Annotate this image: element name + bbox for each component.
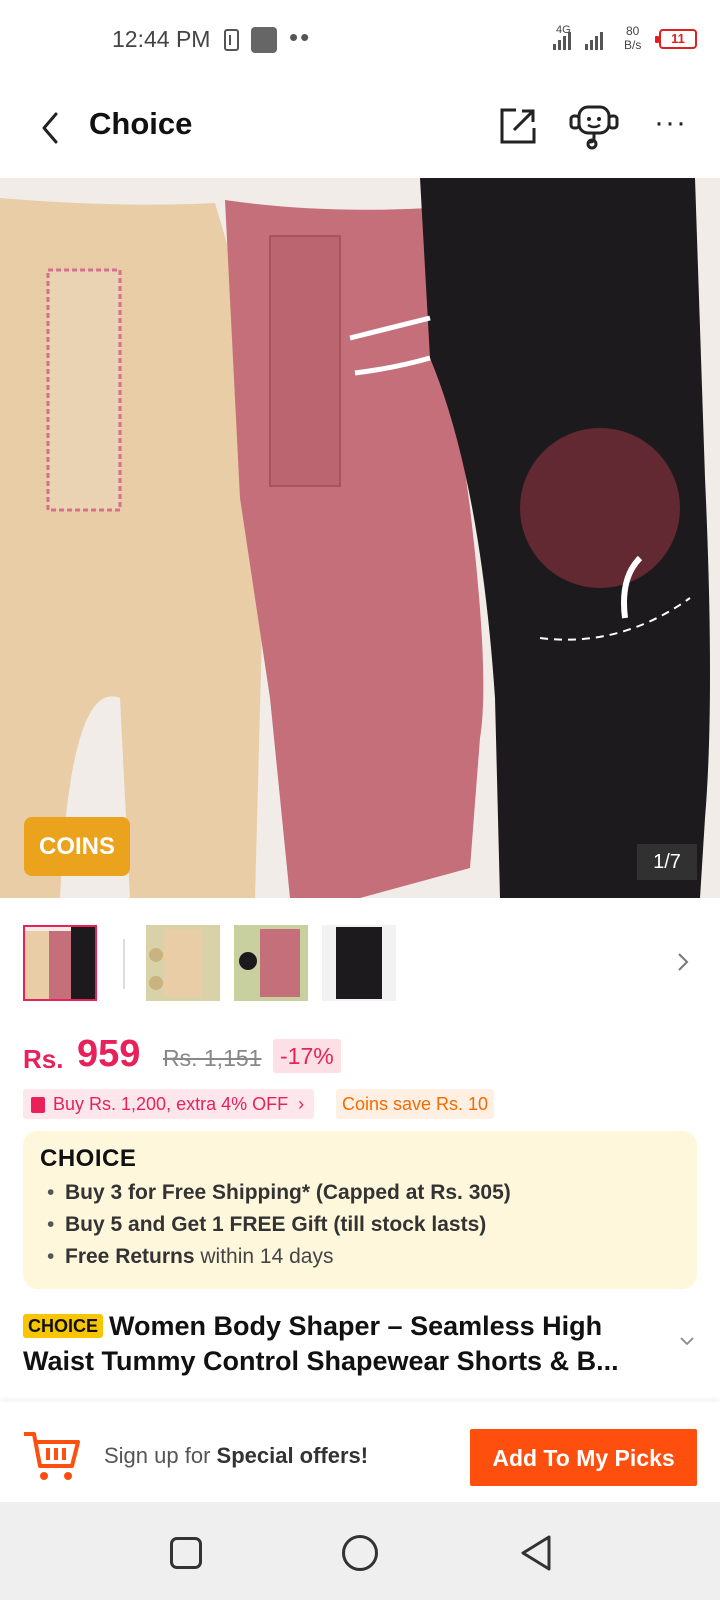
recents-icon[interactable] — [170, 1537, 202, 1569]
benefit-item: • Free Returns within 14 days — [47, 1245, 333, 1269]
signal-icon-2 — [585, 32, 603, 50]
price-currency: Rs. — [23, 1044, 64, 1074]
choice-benefits-box[interactable]: CHOICE • Buy 3 for Free Shipping* (Capped… — [23, 1131, 697, 1289]
product-title: CHOICE Women Body Shaper – Seamless High … — [23, 1309, 663, 1379]
image-counter: 1/7 — [637, 844, 697, 880]
current-price: 959 — [77, 1033, 141, 1075]
signup-prefix: Sign up for — [104, 1443, 217, 1468]
original-price: Rs. 1,151 — [163, 1045, 262, 1071]
page-title: Choice — [89, 106, 193, 141]
battery-saver-icon — [224, 29, 239, 51]
benefit-bold: Buy 3 for Free Shipping* (Capped at Rs. … — [65, 1181, 511, 1204]
more-notifications-icon: •• — [289, 22, 312, 52]
discount-tag-icon — [31, 1097, 45, 1113]
back-icon[interactable] — [36, 110, 66, 146]
thumbnail-4[interactable] — [322, 925, 396, 1001]
speed-value: 80 — [625, 24, 640, 38]
customer-support-icon[interactable] — [568, 104, 620, 150]
thumbnail-strip — [0, 925, 720, 1005]
app-notification-icon — [251, 27, 277, 53]
product-title-text: Women Body Shaper – Seamless High Waist … — [23, 1311, 619, 1376]
thumbnail-3[interactable] — [234, 925, 308, 1001]
top-app-bar: Choice ··· — [0, 80, 720, 178]
thumbnail-2[interactable] — [146, 925, 220, 1001]
thumbnail-1[interactable] — [23, 925, 97, 1001]
benefit-bold: Buy 5 and Get 1 FREE Gift (till stock la… — [65, 1213, 487, 1236]
thumbnail-separator — [123, 939, 125, 989]
status-time: 12:44 PM — [112, 26, 211, 52]
choice-logo: CHOICE — [40, 1145, 137, 1172]
more-icon[interactable]: ··· — [654, 106, 687, 140]
bullet-icon: • — [47, 1213, 55, 1236]
bundle-promo-text: Buy Rs. 1,200, extra 4% OFF — [53, 1094, 289, 1114]
add-to-my-picks-button[interactable]: Add To My Picks — [470, 1429, 697, 1486]
bullet-icon: • — [47, 1181, 55, 1204]
benefit-item: • Buy 5 and Get 1 FREE Gift (till stock l… — [47, 1213, 486, 1237]
bottom-action-bar: Sign up for Special offers! Add To My Pi… — [0, 1402, 720, 1502]
home-icon[interactable] — [342, 1535, 378, 1571]
product-photo — [0, 178, 720, 898]
benefit-text: within 14 days — [194, 1245, 334, 1268]
system-navigation-bar — [0, 1502, 720, 1600]
coins-badge: COINS — [24, 817, 130, 876]
chevron-right-icon[interactable] — [676, 951, 690, 973]
discount-badge: -17% — [273, 1039, 341, 1073]
choice-badge: CHOICE — [23, 1314, 104, 1338]
benefit-item: • Buy 3 for Free Shipping* (Capped at Rs.… — [47, 1181, 511, 1205]
signup-bold: Special offers! — [216, 1443, 369, 1468]
chevron-down-icon[interactable] — [679, 1336, 695, 1346]
chevron-right-icon: › — [298, 1094, 305, 1114]
coins-promo: Coins save Rs. 10 — [336, 1089, 495, 1119]
product-image-carousel[interactable]: COINS 1/7 — [0, 178, 720, 898]
share-icon[interactable] — [498, 106, 538, 146]
network-speed: 80 B/s — [624, 24, 641, 52]
signal-icon — [553, 32, 571, 50]
status-bar: 12:44 PM •• 4G 80 B/s 11 — [0, 0, 720, 80]
speed-unit: B/s — [624, 38, 642, 52]
bullet-icon: • — [47, 1245, 55, 1268]
nav-back-icon[interactable] — [519, 1534, 553, 1572]
benefit-bold: Free Returns — [65, 1245, 195, 1268]
signup-prompt[interactable]: Sign up for Special offers! — [104, 1443, 368, 1469]
bundle-promo[interactable]: Buy Rs. 1,200, extra 4% OFF › — [23, 1089, 315, 1119]
cart-icon[interactable] — [22, 1428, 80, 1484]
battery-icon: 11 — [655, 29, 697, 49]
